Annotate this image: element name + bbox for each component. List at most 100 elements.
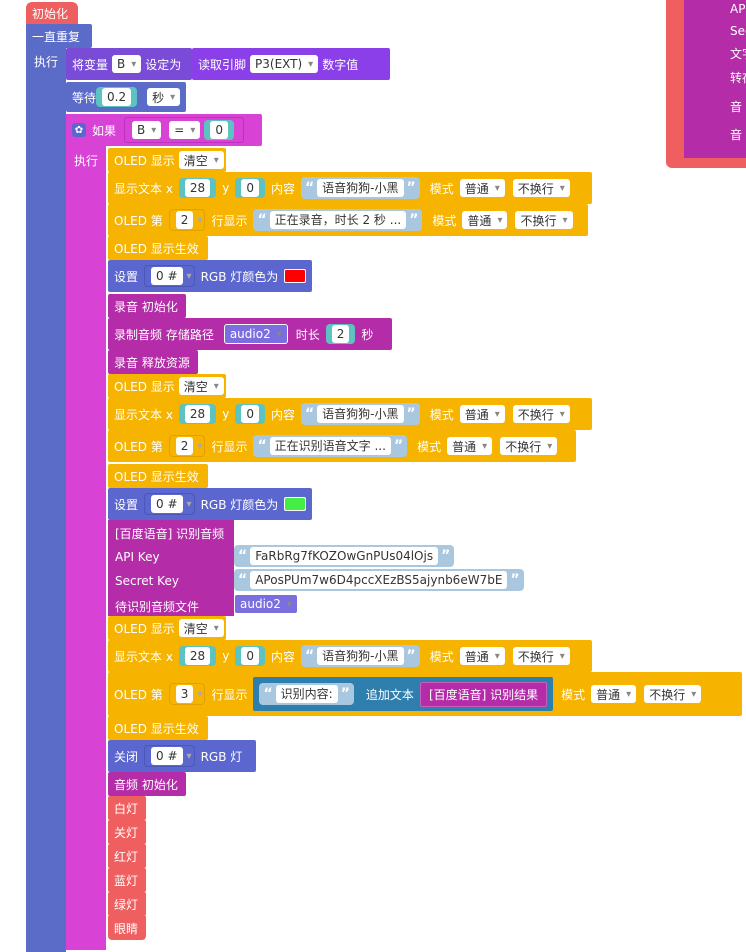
content-string[interactable]: 语音狗狗-小黑: [317, 647, 404, 665]
line-number[interactable]: 2: [175, 211, 194, 229]
y-value[interactable]: 0: [241, 405, 259, 423]
white-light-block[interactable]: 白灯: [108, 796, 146, 820]
mode-dropdown[interactable]: 普通: [462, 211, 508, 229]
content-string[interactable]: 语音狗狗-小黑: [317, 405, 404, 423]
y-value[interactable]: 0: [241, 179, 259, 197]
duration-value[interactable]: 2: [331, 325, 350, 343]
secret-key-input[interactable]: “APosPUm7w6D4pccXEzBS5ajynb6eW7bE”: [234, 569, 530, 591]
blue-light-block[interactable]: 蓝灯: [108, 868, 146, 892]
pin-dropdown[interactable]: P3(EXT): [250, 55, 319, 73]
audio-file-dropdown[interactable]: audio2: [234, 594, 298, 614]
green-light-block[interactable]: 绿灯: [108, 892, 146, 916]
secret-key-string[interactable]: APosPUm7w6D4pccXEzBS5ajynb6eW7bE: [250, 571, 508, 589]
if-block[interactable]: ✿ 如果 B = 0: [66, 114, 262, 146]
mode-label: 模式: [429, 181, 454, 196]
line-string[interactable]: 正在录音，时长 2 秒 ...: [269, 211, 407, 229]
forever-block[interactable]: 一直重复: [26, 24, 92, 48]
content-string[interactable]: 语音狗狗-小黑: [317, 179, 404, 197]
x-value[interactable]: 28: [184, 647, 211, 665]
wrap-dropdown[interactable]: 不换行: [515, 211, 573, 229]
light-label: 绿灯: [114, 897, 139, 912]
color-swatch-green[interactable]: [284, 497, 306, 511]
oled-clear-dropdown[interactable]: 清空: [178, 377, 224, 395]
rgb-index[interactable]: 0 #: [151, 267, 183, 285]
oled-clear-block[interactable]: OLED 显示 清空: [108, 616, 226, 640]
side-item[interactable]: Sec: [726, 22, 746, 40]
wait-value[interactable]: 0.2: [102, 88, 132, 106]
oled-line-block[interactable]: OLED 第 3 ▾ 行显示 “识别内容:” 追加文本 [百度语音] 识别结果 模…: [108, 672, 742, 716]
record-release-block[interactable]: 录音 释放资源: [108, 350, 198, 374]
oled-clear-dropdown[interactable]: 清空: [178, 151, 224, 169]
color-swatch-red[interactable]: [284, 269, 306, 283]
wrap-dropdown[interactable]: 不换行: [512, 405, 570, 423]
audio-file-input[interactable]: audio2: [234, 594, 298, 616]
x-value[interactable]: 28: [184, 179, 211, 197]
oled-commit-block[interactable]: OLED 显示生效: [108, 716, 208, 740]
line-number[interactable]: 2: [175, 437, 194, 455]
rgb-set-block[interactable]: 设置 0 # ▾ RGB 灯颜色为: [108, 488, 312, 520]
rgb-off-block[interactable]: 关闭 0 # ▾ RGB 灯: [108, 740, 256, 772]
record-audio-label: 录制音频 存储路径: [114, 327, 214, 342]
forever-loop-bar[interactable]: [26, 24, 66, 952]
oled-line-label: OLED 第: [114, 439, 163, 454]
red-light-block[interactable]: 红灯: [108, 844, 146, 868]
audio-init-block[interactable]: 音频 初始化: [108, 772, 186, 796]
show-text-label: 显示文本 x: [114, 407, 173, 422]
mode-dropdown[interactable]: 普通: [459, 405, 505, 423]
record-audio-block[interactable]: 录制音频 存储路径 audio2 时长 2 秒: [108, 318, 392, 350]
wrap-dropdown[interactable]: 不换行: [512, 179, 570, 197]
rgb-index[interactable]: 0 #: [151, 747, 183, 765]
oled-commit-block[interactable]: OLED 显示生效: [108, 236, 208, 260]
if-exec-label: 执行: [74, 154, 99, 168]
side-item[interactable]: 音: [726, 94, 746, 118]
rgb-set-block[interactable]: 设置 0 # ▾ RGB 灯颜色为: [108, 260, 312, 292]
line-number[interactable]: 3: [175, 685, 194, 703]
oled-clear-label: OLED 显示: [114, 379, 175, 394]
init-hat-block[interactable]: 初始化: [26, 2, 78, 24]
rgb-index[interactable]: 0 #: [151, 495, 183, 513]
side-item[interactable]: 文字: [726, 44, 746, 62]
time-unit-dropdown[interactable]: 秒: [147, 88, 181, 106]
api-key-input[interactable]: “FaRbRg7fKOZOwGnPUs04lOjs”: [234, 545, 460, 567]
x-value[interactable]: 28: [184, 405, 211, 423]
baidu-result-block[interactable]: [百度语音] 识别结果: [419, 681, 548, 707]
if-block-bar[interactable]: [66, 114, 106, 950]
mode-dropdown[interactable]: 普通: [447, 437, 493, 455]
mode-dropdown[interactable]: 普通: [591, 685, 637, 703]
side-item[interactable]: API: [726, 0, 746, 18]
api-key-string[interactable]: FaRbRg7fKOZOwGnPUs04lOjs: [250, 547, 439, 565]
show-text-block[interactable]: 显示文本 x 28 y 0 内容 “语音狗狗-小黑” 模式 普通 不换行: [108, 398, 592, 430]
mode-dropdown[interactable]: 普通: [459, 179, 505, 197]
recognized-prefix-string[interactable]: 识别内容:: [275, 685, 338, 703]
oled-clear-dropdown[interactable]: 清空: [178, 619, 224, 637]
oled-clear-block[interactable]: OLED 显示 清空: [108, 148, 226, 172]
read-pin-block[interactable]: 读取引脚 P3(EXT) 数字值: [192, 48, 390, 80]
compare-variable-dropdown[interactable]: B: [132, 121, 162, 139]
light-label: 眼睛: [114, 921, 139, 936]
compare-value[interactable]: 0: [210, 121, 229, 139]
show-text-block[interactable]: 显示文本 x 28 y 0 内容 “语音狗狗-小黑” 模式 普通 不换行: [108, 640, 592, 672]
oled-line-block[interactable]: OLED 第 2▾ 行显示 “正在识别语音文字 ...” 模式 普通 不换行: [108, 430, 576, 462]
wait-block[interactable]: 等待 0.2 秒: [66, 82, 186, 112]
oled-clear-block[interactable]: OLED 显示 清空: [108, 374, 226, 398]
wrap-dropdown[interactable]: 不换行: [512, 647, 570, 665]
line-string[interactable]: 正在识别语音文字 ...: [269, 437, 391, 455]
compare-operator-dropdown[interactable]: =: [169, 121, 201, 139]
mode-dropdown[interactable]: 普通: [459, 647, 505, 665]
oled-line-block[interactable]: OLED 第 2▾ 行显示 “正在录音，时长 2 秒 ...” 模式 普通 不换…: [108, 204, 588, 236]
append-text-block[interactable]: “识别内容:” 追加文本 [百度语音] 识别结果: [253, 677, 554, 711]
gear-icon[interactable]: ✿: [72, 123, 86, 137]
show-text-block[interactable]: 显示文本 x 28 y 0 内容 “语音狗狗-小黑” 模式 普通 不换行: [108, 172, 592, 204]
variable-dropdown[interactable]: B: [112, 55, 142, 73]
record-init-block[interactable]: 录音 初始化: [108, 294, 186, 318]
y-value[interactable]: 0: [241, 647, 259, 665]
side-item[interactable]: 音: [726, 122, 746, 146]
set-variable-block[interactable]: 将变量 B 设定为: [66, 48, 192, 80]
eyes-light-block[interactable]: 眼睛: [108, 916, 146, 940]
light-off-block[interactable]: 关灯: [108, 820, 146, 844]
side-item[interactable]: 转存: [726, 68, 746, 86]
audio-path-dropdown[interactable]: audio2: [223, 324, 288, 344]
oled-commit-block[interactable]: OLED 显示生效: [108, 464, 208, 488]
wrap-dropdown[interactable]: 不换行: [500, 437, 558, 455]
wrap-dropdown[interactable]: 不换行: [644, 685, 702, 703]
